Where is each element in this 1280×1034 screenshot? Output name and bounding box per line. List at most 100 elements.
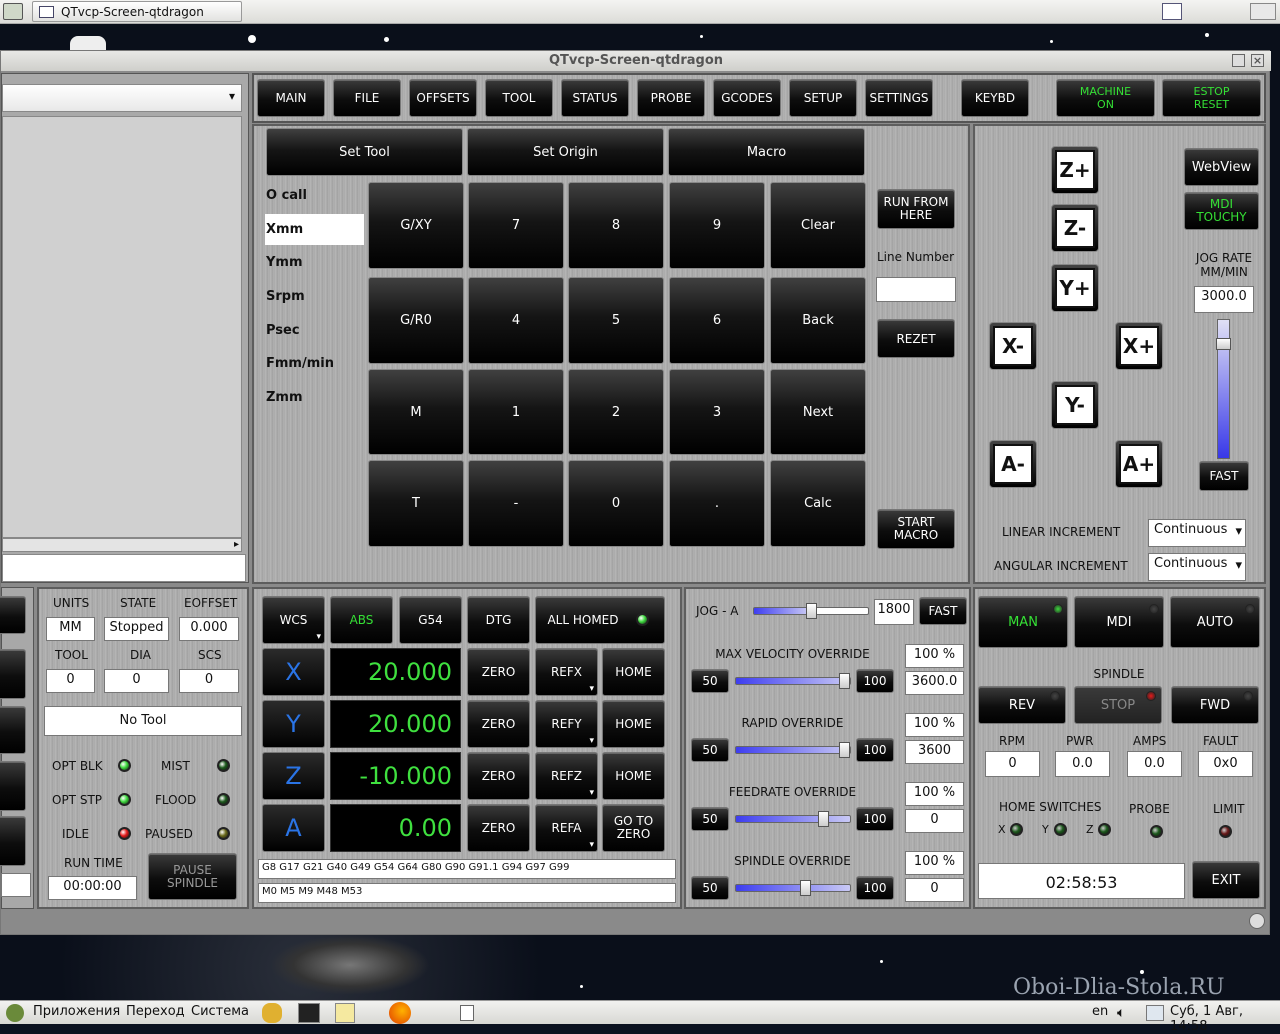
close-button[interactable]: × (1251, 54, 1264, 67)
workspace-switcher[interactable] (1250, 3, 1276, 20)
horizontal-scrollbar[interactable]: ▸ (2, 538, 242, 552)
keypad-key-2-3[interactable]: 3 (669, 369, 765, 455)
terminal-launcher-icon[interactable] (3, 3, 23, 20)
side-button-5[interactable] (0, 816, 26, 866)
jog-a-minusplus-button[interactable]: A+ (1115, 440, 1163, 488)
keypad-key-0-4[interactable]: Clear (770, 182, 866, 269)
keypad-key-1-1[interactable]: 4 (468, 277, 564, 364)
tab-setup[interactable]: SETUP (789, 79, 857, 117)
tab-file[interactable]: FILE (333, 79, 401, 117)
webview-button[interactable]: WebView (1184, 148, 1259, 186)
home-z-button[interactable]: HOME (602, 752, 665, 800)
clock-datetime[interactable]: Суб, 1 Авг, 14:58 (1170, 1004, 1280, 1034)
jog-fast-button[interactable]: FAST (1199, 461, 1249, 491)
home-y-button[interactable]: HOME (602, 700, 665, 748)
axis-x-label[interactable]: X (262, 648, 325, 696)
window-titlebar[interactable]: QTvcp-Screen-qtdragon × (1, 51, 1271, 71)
override-3-handle[interactable] (799, 880, 811, 896)
minimize-button[interactable] (1232, 54, 1245, 67)
network-icon[interactable] (1146, 1005, 1164, 1021)
apps-menu-icon[interactable] (6, 1004, 24, 1022)
keypad-key-3-2[interactable]: 0 (568, 460, 664, 547)
jog-y-minus-button[interactable]: Y- (1051, 381, 1099, 429)
keypad-key-0-0[interactable]: G/XY (368, 182, 464, 269)
keypad-key-3-1[interactable]: - (468, 460, 564, 547)
keypad-key-3-4[interactable]: Calc (770, 460, 866, 547)
jog-x-minusplus-button[interactable]: X+ (1115, 322, 1163, 370)
jog-rate-slider[interactable] (1216, 319, 1231, 459)
macro-header-0[interactable]: Set Tool (266, 128, 463, 176)
keypad-key-3-0[interactable]: T (368, 460, 464, 547)
override-1-slider[interactable] (735, 742, 851, 758)
side-button-1[interactable] (0, 596, 26, 634)
file-path-combo[interactable]: ▾ (2, 84, 242, 112)
side-button-2[interactable] (0, 649, 26, 699)
tab-main[interactable]: MAIN (257, 79, 325, 117)
tab-offsets[interactable]: OFFSETS (409, 79, 477, 117)
zero-x-button[interactable]: ZERO (467, 648, 530, 696)
keypad-key-2-4[interactable]: Next (770, 369, 866, 455)
keypad-key-2-1[interactable]: 1 (468, 369, 564, 455)
override-1-50-button[interactable]: 50 (691, 738, 729, 762)
machine-on-button[interactable]: MACHINE ON (1056, 79, 1155, 117)
taskbar-window-button[interactable]: QTvcp-Screen-qtdragon (32, 1, 242, 22)
override-2-50-button[interactable]: 50 (691, 807, 729, 831)
tab-tool[interactable]: TOOL (485, 79, 553, 117)
text-editor-icon[interactable] (335, 1003, 355, 1023)
keypad-key-1-2[interactable]: 5 (568, 277, 664, 364)
trash-icon[interactable] (460, 1005, 474, 1021)
ref-z-button[interactable]: REFZ ▾ (535, 752, 598, 800)
override-1-handle[interactable] (839, 742, 850, 758)
mdi-touchy-button[interactable]: MDI TOUCHY (1184, 192, 1259, 230)
macro-header-2[interactable]: Macro (668, 128, 865, 176)
tab-probe[interactable]: PROBE (637, 79, 705, 117)
override-2-100-button[interactable]: 100 (856, 807, 894, 831)
jog-a-slider[interactable] (753, 603, 869, 619)
keypad-key-0-1[interactable]: 7 (468, 182, 564, 269)
desktop-icon[interactable] (70, 36, 106, 50)
linear-increment-select[interactable]: Continuous ▾ (1148, 519, 1246, 547)
terminal-icon[interactable] (298, 1003, 320, 1023)
resize-grip-icon[interactable] (1249, 913, 1265, 929)
override-3-100-button[interactable]: 100 (856, 876, 894, 900)
jog-rate-input[interactable]: 3000.0 (1194, 286, 1254, 313)
override-2-handle[interactable] (818, 811, 830, 827)
volume-icon[interactable]: 🔈︎ (1117, 1005, 1125, 1021)
keypad-key-0-2[interactable]: 8 (568, 182, 664, 269)
zero-y-button[interactable]: ZERO (467, 700, 530, 748)
keypad-key-2-0[interactable]: M (368, 369, 464, 455)
language-indicator[interactable]: en (1092, 1004, 1108, 1019)
start-macro-button[interactable]: START MACRO (877, 509, 955, 549)
ref-y-button[interactable]: REFY ▾ (535, 700, 598, 748)
file-list[interactable] (2, 116, 242, 538)
g54-button[interactable]: G54 (399, 596, 462, 644)
macro-header-1[interactable]: Set Origin (467, 128, 664, 176)
jog-rate-slider-handle[interactable] (1216, 338, 1231, 350)
pause-spindle-button[interactable]: PAUSE SPINDLE (148, 853, 237, 900)
axis-a-label[interactable]: A (262, 804, 325, 852)
line-number-input[interactable] (876, 277, 956, 302)
axis-y-label[interactable]: Y (262, 700, 325, 748)
system-menu[interactable]: Система (191, 1004, 249, 1019)
apps-menu[interactable]: Приложения (33, 1004, 120, 1019)
scroll-right-icon[interactable]: ▸ (234, 539, 239, 550)
abs-button[interactable]: ABS (330, 596, 393, 644)
keypad-key-2-2[interactable]: 2 (568, 369, 664, 455)
jog-y-minusplus-button[interactable]: Y+ (1051, 264, 1099, 312)
ref-x-button[interactable]: REFX ▾ (535, 648, 598, 696)
override-1-100-button[interactable]: 100 (856, 738, 894, 762)
show-desktop-icon[interactable] (1162, 3, 1182, 20)
home-x-button[interactable]: HOME (602, 648, 665, 696)
override-0-slider[interactable] (735, 673, 851, 689)
override-2-slider[interactable] (735, 811, 851, 827)
jog-x-minus-button[interactable]: X- (989, 322, 1037, 370)
ref-a-button[interactable]: REFA ▾ (535, 804, 598, 852)
run-from-here-button[interactable]: RUN FROM HERE (877, 189, 955, 229)
override-0-50-button[interactable]: 50 (691, 669, 729, 693)
exit-button[interactable]: EXIT (1192, 861, 1260, 899)
rezet-button[interactable]: REZET (877, 319, 955, 358)
jog-a-minus-button[interactable]: A- (989, 440, 1037, 488)
tab-gcodes[interactable]: GCODES (713, 79, 781, 117)
zero-a-button[interactable]: ZERO (467, 804, 530, 852)
jog-a-fast-button[interactable]: FAST (919, 597, 967, 625)
